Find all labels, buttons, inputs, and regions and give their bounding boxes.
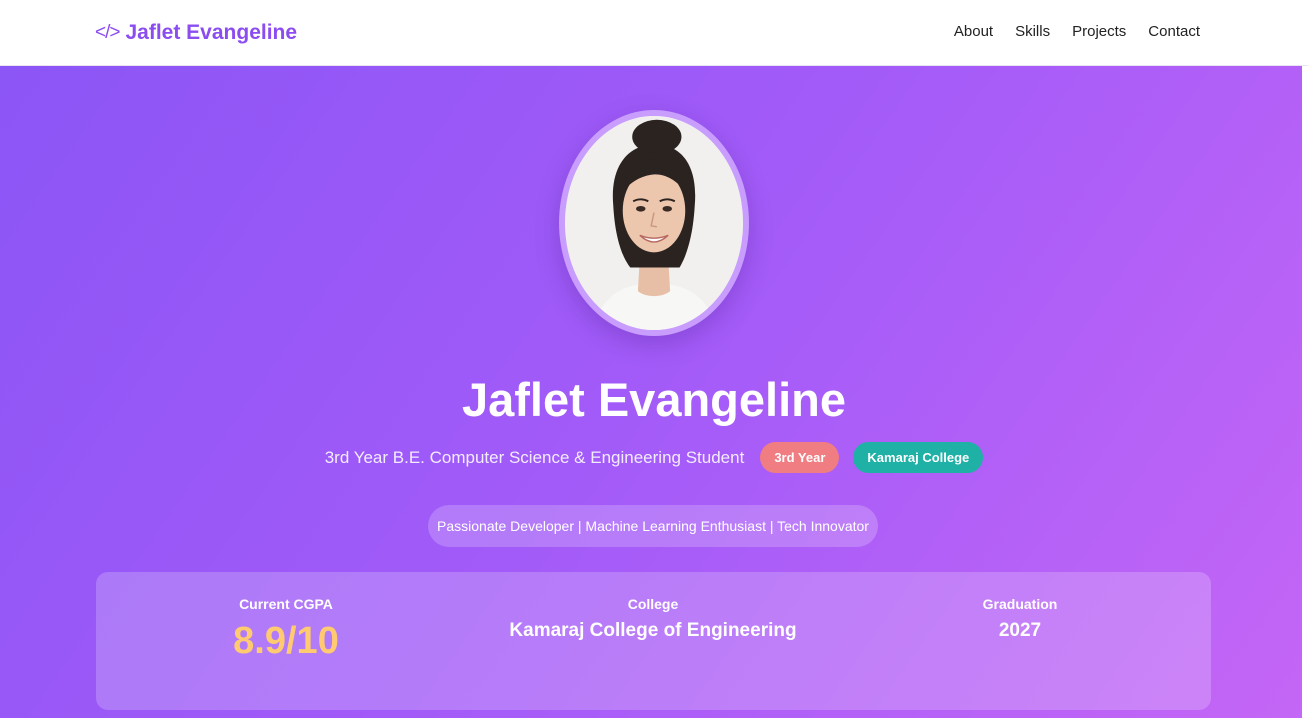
hero-subtitle: 3rd Year B.E. Computer Science & Enginee… bbox=[324, 447, 745, 467]
nav-link-projects[interactable]: Projects bbox=[1072, 23, 1126, 40]
profile-photo-icon bbox=[565, 116, 743, 330]
hero-tagline: Passionate Developer | Machine Learning … bbox=[428, 505, 878, 547]
subtitle-row: 3rd Year B.E. Computer Science & Enginee… bbox=[0, 442, 1308, 473]
graduation-label: Graduation bbox=[982, 596, 1058, 612]
logo-text: Jaflet Evangeline bbox=[125, 21, 298, 44]
site-logo[interactable]: </> Jaflet Evangeline bbox=[95, 21, 297, 45]
college-badge: Kamaraj College bbox=[853, 442, 984, 473]
nav-link-about[interactable]: About bbox=[954, 23, 993, 40]
college-label: College bbox=[627, 596, 679, 612]
avatar bbox=[559, 110, 749, 336]
cgpa-label: Current CGPA bbox=[239, 596, 333, 612]
stat-cgpa: Current CGPA 8.9/10 bbox=[206, 596, 366, 663]
year-badge: 3rd Year bbox=[760, 442, 840, 473]
top-navbar: </> Jaflet Evangeline About Skills Proje… bbox=[0, 0, 1308, 66]
college-value: Kamaraj College of Engineering bbox=[509, 620, 797, 641]
stats-card: Current CGPA 8.9/10 College Kamaraj Coll… bbox=[96, 572, 1211, 710]
hero-section: Jaflet Evangeline 3rd Year B.E. Computer… bbox=[0, 66, 1308, 718]
hero-name: Jaflet Evangeline bbox=[462, 373, 846, 426]
nav-links: About Skills Projects Contact bbox=[954, 23, 1200, 40]
code-icon: </> bbox=[95, 22, 121, 43]
cgpa-value: 8.9/10 bbox=[233, 620, 339, 662]
nav-link-contact[interactable]: Contact bbox=[1148, 23, 1200, 40]
stat-graduation: Graduation 2027 bbox=[956, 596, 1084, 642]
nav-link-skills[interactable]: Skills bbox=[1015, 23, 1050, 40]
stat-college: College Kamaraj College of Engineering bbox=[496, 596, 810, 642]
graduation-value: 2027 bbox=[998, 620, 1042, 641]
